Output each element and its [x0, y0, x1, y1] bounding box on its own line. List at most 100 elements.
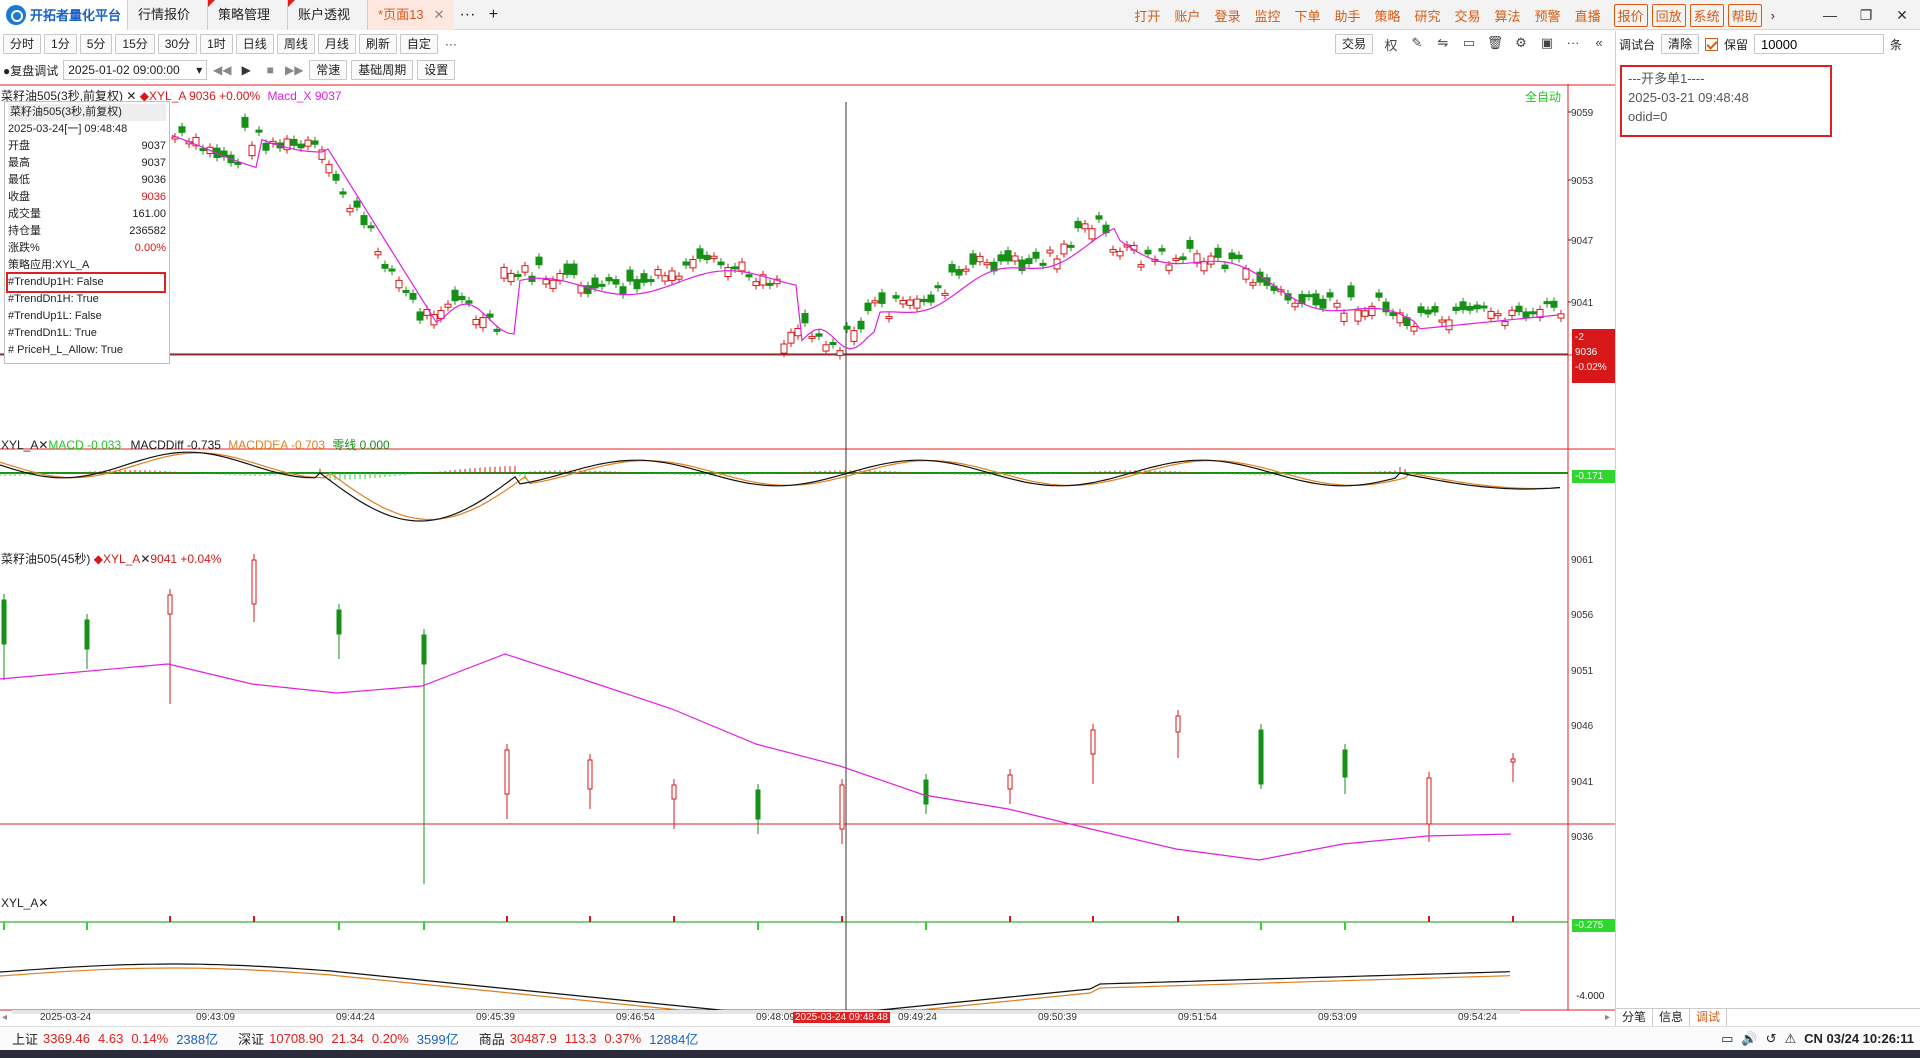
period-button[interactable]: 日线: [235, 34, 274, 54]
chart-tool-icon[interactable]: ⇋: [1433, 35, 1453, 54]
period-button[interactable]: 周线: [276, 34, 315, 54]
tab-0[interactable]: 行情报价: [127, 0, 208, 30]
period-button[interactable]: 5分: [79, 34, 113, 54]
candle-body: [1235, 254, 1243, 259]
replay-control-icon[interactable]: ◀◀: [212, 63, 232, 77]
index-value: 0.14%: [131, 1031, 169, 1046]
menu-item[interactable]: 策略: [1368, 6, 1408, 25]
chart-tool-icon[interactable]: ▭: [1459, 35, 1479, 54]
panel3-symbol[interactable]: 菜籽油505(45秒): [1, 552, 90, 566]
menu-boxed-item[interactable]: 报价: [1613, 3, 1648, 27]
menu-item[interactable]: 算法: [1488, 6, 1528, 25]
scroll-left-icon[interactable]: ◂: [2, 1012, 7, 1023]
index-label[interactable]: 上证: [12, 1029, 38, 1048]
period-button[interactable]: 30分: [157, 34, 198, 54]
period-button[interactable]: 刷新: [358, 34, 397, 54]
menu-item[interactable]: 账户: [1167, 6, 1207, 25]
status-icon[interactable]: ⚠: [1784, 1031, 1796, 1047]
debug-console-label: 调试台: [1619, 37, 1656, 52]
period-button[interactable]: 自定: [399, 34, 438, 54]
info-key: 最低: [8, 174, 30, 186]
menu-item[interactable]: 打开: [1127, 6, 1167, 25]
trade-button[interactable]: 交易: [1334, 34, 1373, 54]
replay-button[interactable]: 基础周期: [351, 60, 414, 80]
index-label[interactable]: 深证: [238, 1029, 264, 1048]
menu-item[interactable]: 直播: [1568, 6, 1608, 25]
menu-more-arrow-icon[interactable]: ›: [1764, 8, 1782, 23]
menu-item[interactable]: 下单: [1287, 6, 1327, 25]
x-axis-label: 09:46:54: [616, 1012, 655, 1023]
tab-3[interactable]: *页面13 ✕: [367, 0, 455, 30]
auto-trade-label[interactable]: 全自动: [1525, 88, 1561, 105]
replay-control-icon[interactable]: ▶: [236, 63, 256, 77]
menu-boxed-item[interactable]: 回放: [1651, 3, 1686, 27]
status-icon[interactable]: ↺: [1766, 1031, 1777, 1047]
tab-2[interactable]: 账户透视: [287, 0, 368, 30]
replay-control-icon[interactable]: ■: [260, 63, 280, 77]
panel2-close-icon[interactable]: ✕: [38, 438, 48, 452]
menu-boxed-item[interactable]: 帮助: [1727, 3, 1762, 27]
minimize-icon[interactable]: —: [1812, 7, 1848, 24]
keep-checkbox[interactable]: [1705, 37, 1719, 51]
app-logo[interactable]: 开拓者量化平台: [0, 0, 128, 30]
panel4-close-icon[interactable]: ✕: [38, 896, 48, 910]
menu-item[interactable]: 预警: [1528, 6, 1568, 25]
menu-item[interactable]: 研究: [1408, 6, 1448, 25]
replay-button[interactable]: 常速: [309, 60, 348, 80]
candle-body: [521, 265, 529, 273]
replay-button[interactable]: 设置: [417, 60, 456, 80]
period-button[interactable]: 1时: [200, 34, 233, 54]
chart-tool-icon[interactable]: 🗑: [1485, 35, 1505, 54]
replay-date-select[interactable]: 2025-01-02 09:00:00 ▾: [63, 60, 208, 80]
period-button[interactable]: 15分: [115, 34, 155, 54]
menu-item[interactable]: 助手: [1327, 6, 1367, 25]
chart-canvas[interactable]: 9059 9053 9047 9041 9061 9056 9051 9046 9041 9036: [0, 84, 1615, 1014]
panel3-indicator[interactable]: ◆XYL_A: [94, 552, 141, 566]
clear-button[interactable]: 清除: [1661, 34, 1700, 54]
panel3-ytick: 9061: [1571, 555, 1594, 566]
chart-tool-icon[interactable]: «: [1589, 35, 1609, 54]
keep-count-input[interactable]: [1754, 34, 1885, 54]
panel3-close-icon[interactable]: ✕: [140, 552, 150, 566]
add-tab-button[interactable]: +: [480, 0, 506, 30]
candle-body: [1326, 292, 1334, 298]
toolbar-more-button[interactable]: ···: [441, 37, 461, 51]
panel2-name[interactable]: XYL_A: [1, 438, 38, 452]
menu-item[interactable]: 交易: [1448, 6, 1488, 25]
close-icon[interactable]: ✕: [1884, 7, 1920, 24]
tab-more-button[interactable]: ···: [454, 0, 480, 30]
chart-tool-icon[interactable]: ▣: [1537, 35, 1557, 54]
replay-control-icon[interactable]: ▶▶: [284, 63, 304, 77]
candle-body: [927, 294, 935, 303]
period-button[interactable]: 分时: [3, 34, 42, 54]
candle-body: [843, 325, 851, 330]
chart-tool-icon[interactable]: ⚙: [1511, 35, 1531, 54]
candle-body: [1007, 774, 1013, 790]
panel4-name[interactable]: XYL_A: [1, 896, 38, 910]
restore-icon[interactable]: ❐: [1848, 7, 1884, 24]
tab-close-icon[interactable]: ✕: [434, 7, 445, 22]
candle-body: [1144, 249, 1152, 255]
candle-body: [1480, 305, 1488, 309]
candle-body: [1354, 309, 1362, 322]
menu-boxed-item[interactable]: 系统: [1689, 3, 1724, 27]
candle-body: [755, 789, 761, 820]
index-label[interactable]: 商品: [479, 1029, 505, 1048]
chart-tool-icon[interactable]: ✎: [1407, 35, 1427, 54]
tab-1[interactable]: 策略管理: [207, 0, 288, 30]
chart-tool-icon[interactable]: 权: [1381, 35, 1401, 54]
debug-tab[interactable]: 分笔: [1616, 1009, 1654, 1026]
candle-body: [542, 279, 550, 285]
chart-area[interactable]: 9059 9053 9047 9041 9061 9056 9051 9046 9041 9036…: [0, 84, 1618, 1014]
debug-tab[interactable]: 调试: [1690, 1009, 1728, 1026]
menu-item[interactable]: 监控: [1247, 6, 1287, 25]
status-icon[interactable]: 🔊: [1741, 1031, 1757, 1047]
period-button[interactable]: 1分: [44, 34, 77, 54]
status-icon[interactable]: ▭: [1721, 1031, 1733, 1047]
menu-item[interactable]: 登录: [1207, 6, 1247, 25]
title-bar: 开拓者量化平台 行情报价 策略管理 账户透视 *页面13 ✕ ··· + 打开 账户 登录监…: [0, 0, 1920, 30]
debug-tab[interactable]: 信息: [1653, 1009, 1691, 1026]
scroll-right-icon[interactable]: ▸: [1605, 1012, 1610, 1023]
chart-tool-icon[interactable]: ···: [1563, 35, 1583, 54]
period-button[interactable]: 月线: [317, 34, 356, 54]
